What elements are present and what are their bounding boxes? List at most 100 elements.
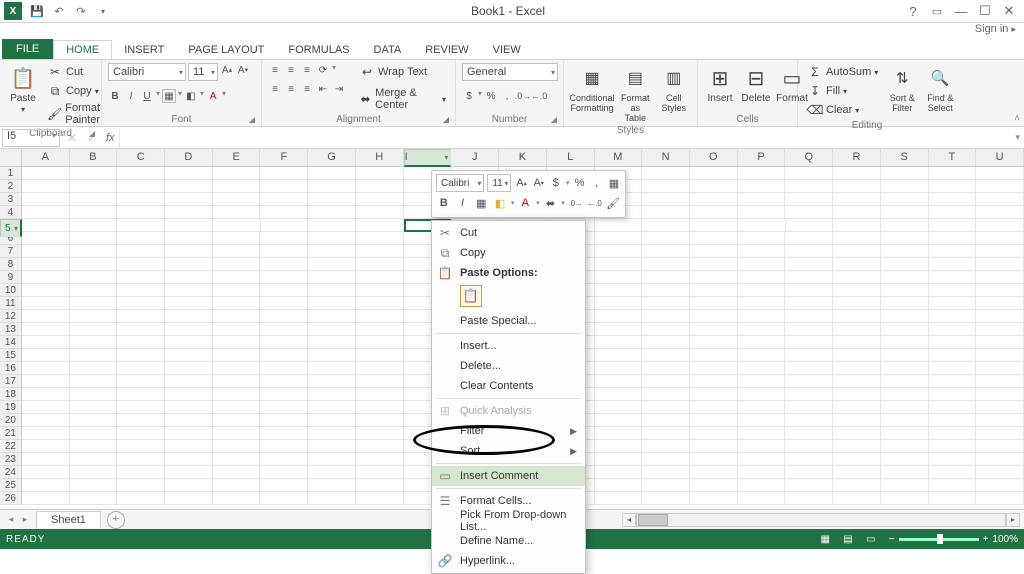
cell[interactable] xyxy=(260,453,308,466)
cell[interactable] xyxy=(22,349,70,362)
cell[interactable] xyxy=(22,427,70,440)
cell[interactable] xyxy=(833,310,881,323)
cell[interactable] xyxy=(785,193,833,206)
column-header[interactable]: M xyxy=(595,149,643,166)
orientation-icon[interactable]: ⟳ xyxy=(316,63,330,77)
cell[interactable] xyxy=(929,453,977,466)
cell[interactable] xyxy=(690,258,738,271)
cell[interactable] xyxy=(642,388,690,401)
cell[interactable] xyxy=(642,323,690,336)
mini-percent-icon[interactable]: % xyxy=(572,175,586,191)
cell[interactable] xyxy=(260,206,308,219)
context-sort[interactable]: Sort▶ xyxy=(432,441,585,461)
cell[interactable] xyxy=(22,180,70,193)
cell[interactable] xyxy=(213,492,261,505)
mini-font-select[interactable]: Calibri xyxy=(436,174,484,192)
row-header[interactable]: 25 xyxy=(0,479,22,492)
cell[interactable] xyxy=(738,440,786,453)
cell[interactable] xyxy=(308,375,356,388)
tab-review[interactable]: REVIEW xyxy=(413,41,480,59)
cell[interactable] xyxy=(833,427,881,440)
decrease-decimal-icon[interactable]: ←.0 xyxy=(532,89,546,103)
cell[interactable] xyxy=(642,466,690,479)
cell[interactable] xyxy=(213,323,261,336)
cell[interactable] xyxy=(261,219,309,232)
cell[interactable] xyxy=(929,479,977,492)
cell[interactable] xyxy=(117,193,165,206)
cell[interactable] xyxy=(70,466,118,479)
cell[interactable] xyxy=(881,349,929,362)
cell[interactable] xyxy=(690,388,738,401)
cell[interactable] xyxy=(260,284,308,297)
cell[interactable] xyxy=(929,180,977,193)
cell[interactable] xyxy=(356,271,404,284)
cell[interactable] xyxy=(22,219,70,232)
cell[interactable] xyxy=(117,492,165,505)
formula-bar[interactable] xyxy=(119,129,1012,147)
cell[interactable] xyxy=(22,466,70,479)
cell[interactable] xyxy=(785,245,833,258)
cell[interactable] xyxy=(356,323,404,336)
context-pick-dropdown[interactable]: Pick From Drop-down List... xyxy=(432,511,585,531)
row-header[interactable]: 26 xyxy=(0,492,22,505)
column-header[interactable]: O xyxy=(690,149,738,166)
row-header[interactable]: 9 xyxy=(0,271,22,284)
cell[interactable] xyxy=(642,180,690,193)
cell[interactable] xyxy=(929,349,977,362)
cell[interactable] xyxy=(117,219,165,232)
cell[interactable] xyxy=(881,453,929,466)
cell[interactable] xyxy=(595,492,643,505)
row-header[interactable]: 21 xyxy=(0,427,22,440)
cell[interactable] xyxy=(117,206,165,219)
cell[interactable] xyxy=(70,193,118,206)
cell[interactable] xyxy=(22,258,70,271)
cell[interactable] xyxy=(833,401,881,414)
column-header[interactable]: K xyxy=(499,149,547,166)
cell[interactable] xyxy=(308,258,356,271)
cell[interactable] xyxy=(70,414,118,427)
cell[interactable] xyxy=(260,362,308,375)
cell[interactable] xyxy=(976,349,1024,362)
cell[interactable] xyxy=(308,414,356,427)
cell[interactable] xyxy=(690,167,738,180)
row-header[interactable]: 22 xyxy=(0,440,22,453)
cell[interactable] xyxy=(690,440,738,453)
cell[interactable] xyxy=(165,414,213,427)
cell[interactable] xyxy=(595,466,643,479)
cut-button[interactable]: ✂Cut xyxy=(44,63,104,81)
tab-data[interactable]: DATA xyxy=(362,41,414,59)
column-header[interactable]: P xyxy=(738,149,786,166)
column-header[interactable]: T xyxy=(929,149,977,166)
cell[interactable] xyxy=(213,310,261,323)
cell[interactable] xyxy=(165,284,213,297)
cell[interactable] xyxy=(356,232,404,245)
cell[interactable] xyxy=(738,388,786,401)
cell[interactable] xyxy=(738,349,786,362)
cell[interactable] xyxy=(595,336,643,349)
cell[interactable] xyxy=(738,310,786,323)
cell[interactable] xyxy=(213,336,261,349)
cell[interactable] xyxy=(690,414,738,427)
cell[interactable] xyxy=(165,271,213,284)
cell[interactable] xyxy=(785,453,833,466)
cell[interactable] xyxy=(642,336,690,349)
cell[interactable] xyxy=(738,362,786,375)
column-header[interactable]: U xyxy=(976,149,1024,166)
alignment-launcher-icon[interactable]: ◢ xyxy=(443,115,449,124)
cell[interactable] xyxy=(690,401,738,414)
cell[interactable] xyxy=(785,492,833,505)
cell[interactable] xyxy=(260,297,308,310)
cell[interactable] xyxy=(642,375,690,388)
cell[interactable] xyxy=(260,492,308,505)
name-box[interactable]: I5 xyxy=(2,129,60,147)
cell[interactable] xyxy=(260,167,308,180)
cell[interactable] xyxy=(738,414,786,427)
cell[interactable] xyxy=(785,349,833,362)
cell[interactable] xyxy=(738,284,786,297)
cell[interactable] xyxy=(260,336,308,349)
cell[interactable] xyxy=(881,401,929,414)
cell[interactable] xyxy=(595,388,643,401)
cell[interactable] xyxy=(833,284,881,297)
cell[interactable] xyxy=(642,310,690,323)
row-header[interactable]: 5 xyxy=(0,219,22,237)
